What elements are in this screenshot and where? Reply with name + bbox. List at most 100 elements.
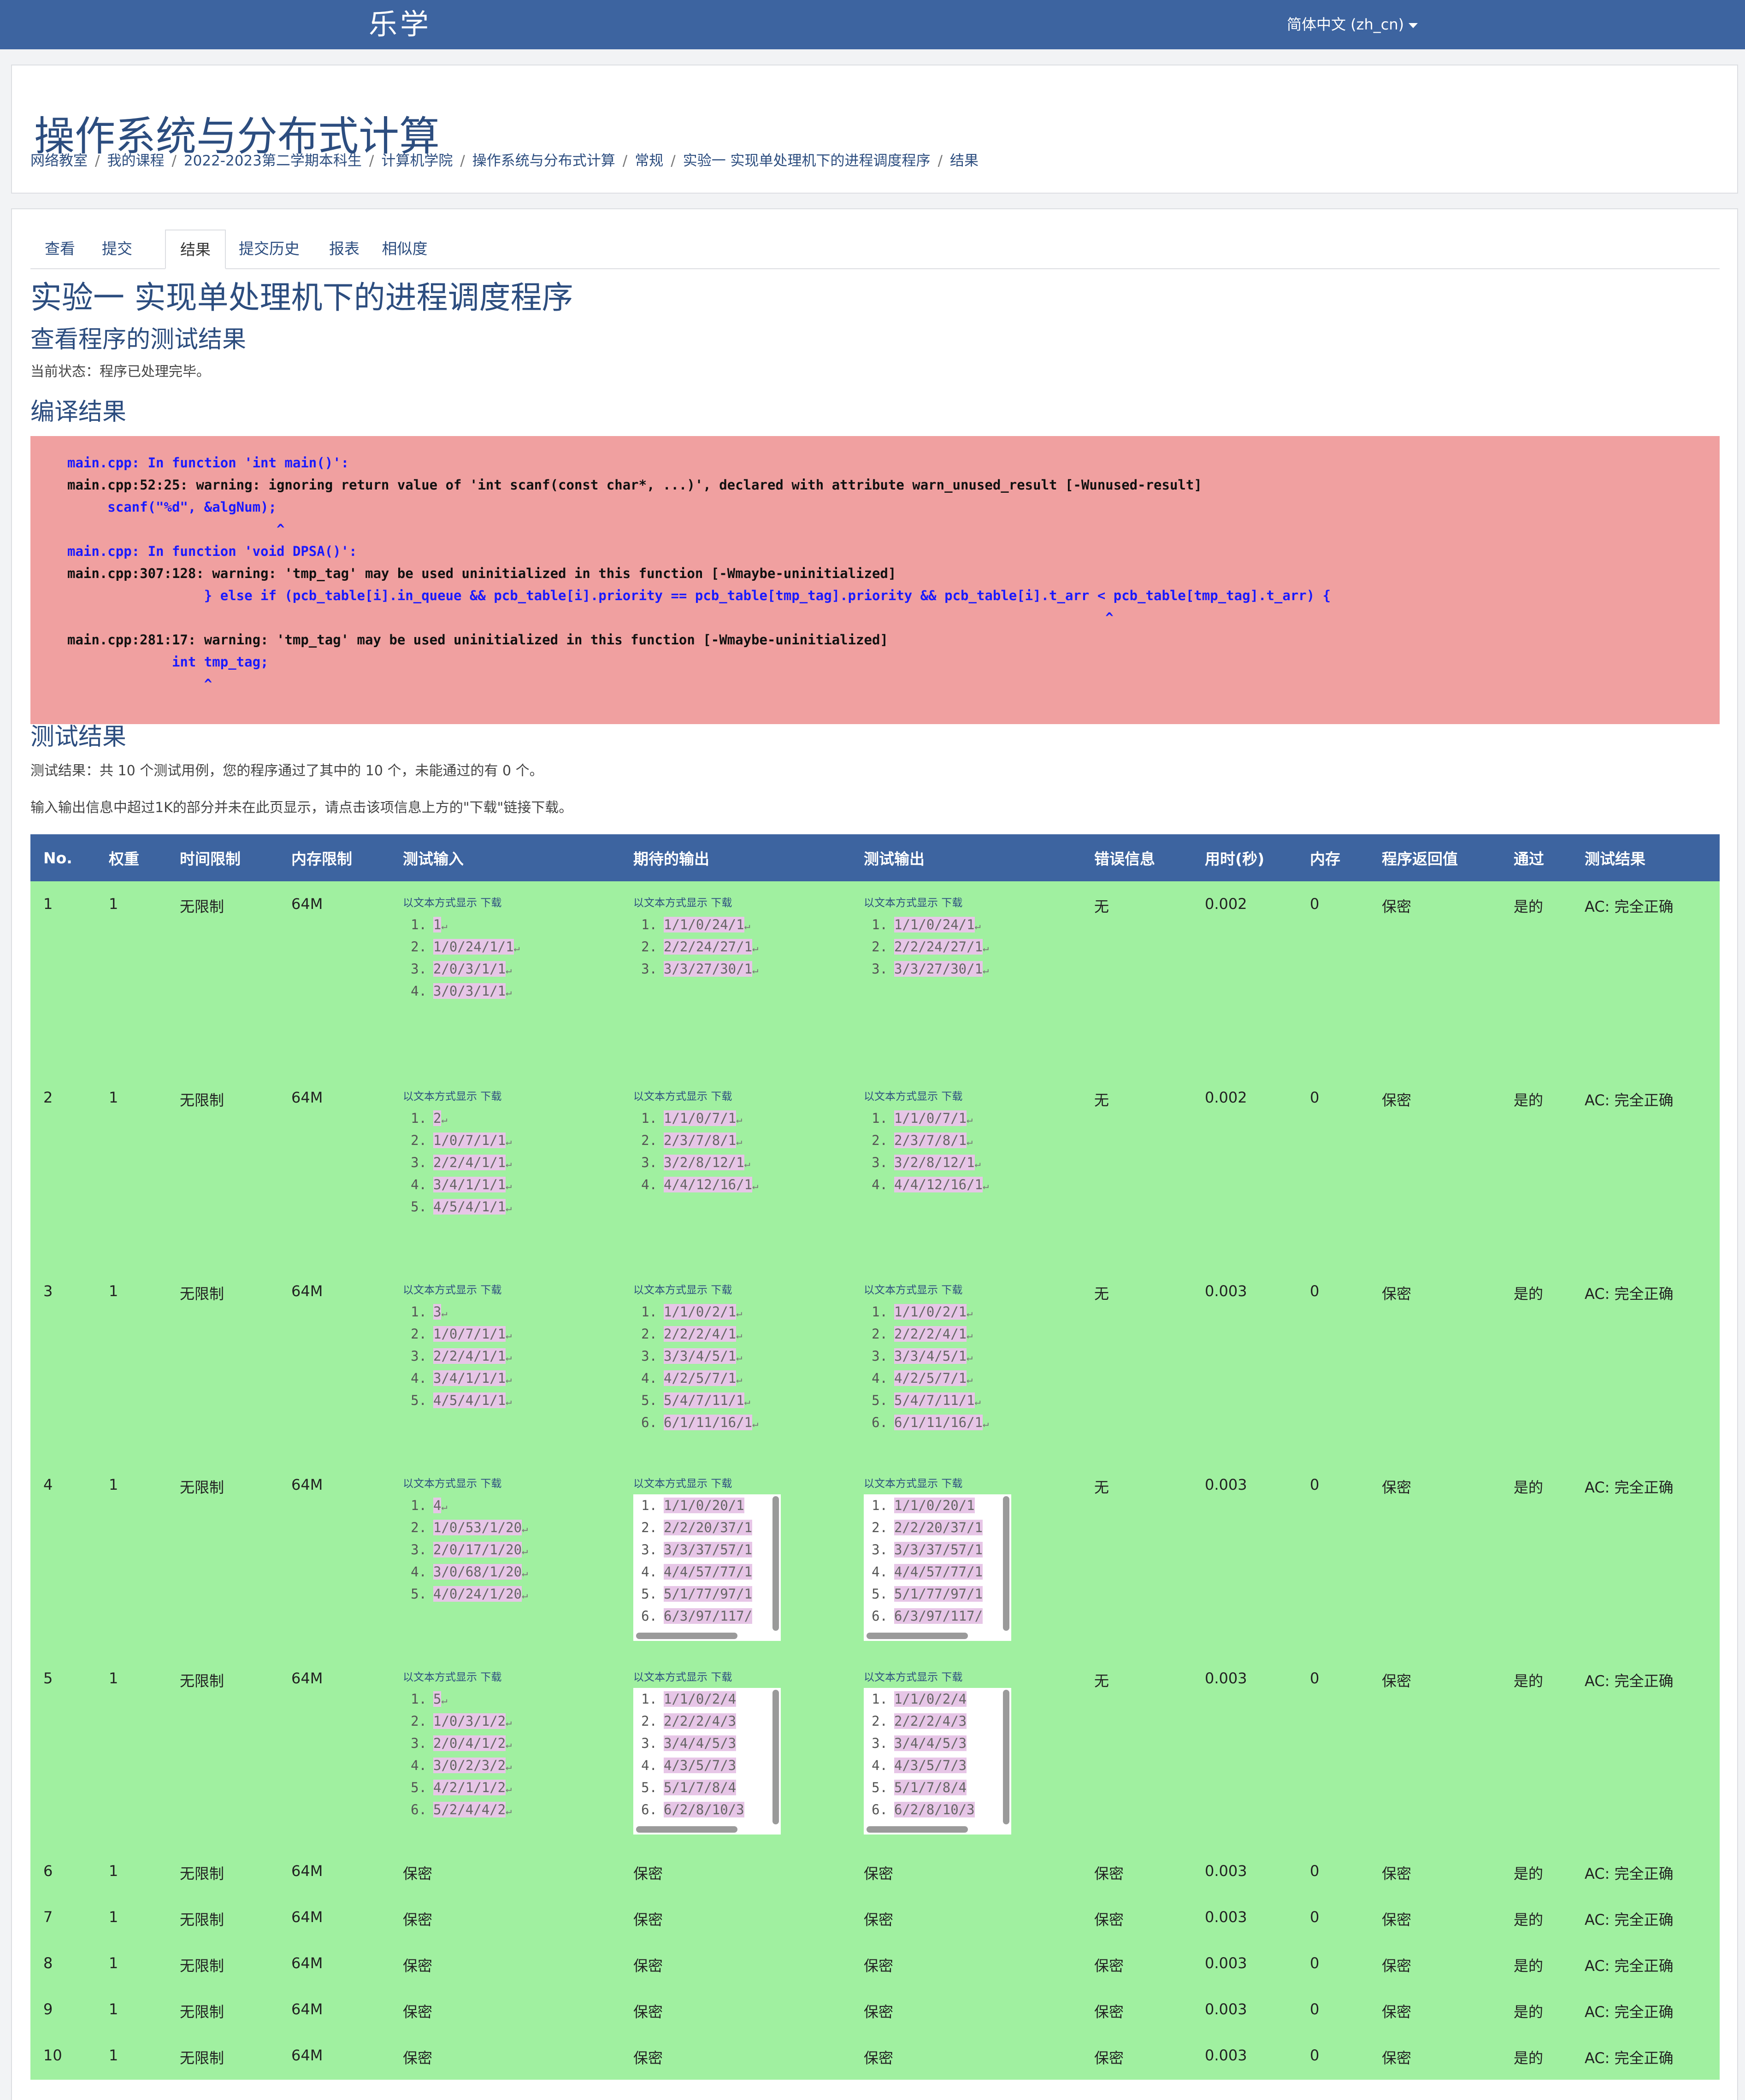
io-cell: 以文本方式显示 下载 1. 1/1/0/2/4 2. 2/2/2/4/3 3. 3/4/4/…: [620, 1656, 851, 1849]
newline-icon: ↵: [441, 1695, 448, 1706]
io-line: 1. 1/1/0/24/1↵: [633, 914, 781, 936]
column-header: 通过: [1501, 834, 1572, 881]
horizontal-scrollbar[interactable]: [867, 1633, 968, 1639]
horizontal-scrollbar[interactable]: [867, 1826, 968, 1833]
tab-6[interactable]: 相似度: [373, 230, 436, 268]
table-row: 8 1 无限制 64M 保密 保密 保密 保密 0.003 0 保密 是的 AC: 完全正确: [30, 1941, 1720, 1988]
io-scroll-box[interactable]: 1. 1/1/0/20/1 2. 2/2/20/37/1 3. 3/3/37/57/1 4.…: [633, 1494, 781, 1641]
newline-icon: ↵: [967, 1136, 973, 1148]
newline-icon: ↵: [983, 1180, 989, 1192]
io-line: 4. 4/4/12/16/1↵: [864, 1174, 1011, 1196]
tab-1[interactable]: 查看: [30, 230, 89, 268]
newline-icon: ↵: [506, 987, 512, 998]
io-value: 5: [433, 1691, 442, 1707]
show-as-text-link[interactable]: 以文本方式显示: [864, 1091, 938, 1103]
download-link[interactable]: 下载: [480, 1284, 501, 1296]
line-number: 1.: [411, 1498, 427, 1513]
vertical-scrollbar[interactable]: [1003, 1496, 1009, 1631]
line-number: 1.: [411, 917, 427, 932]
breadcrumb-link[interactable]: 操作系统与分布式计算: [472, 153, 615, 169]
download-link[interactable]: 下载: [941, 1091, 962, 1103]
show-as-text-link[interactable]: 以文本方式显示: [633, 1671, 707, 1683]
vertical-scrollbar[interactable]: [772, 1690, 779, 1824]
cell-error: 保密: [1081, 1988, 1192, 2034]
io-scroll-box[interactable]: 1. 1/1/0/2/4 2. 2/2/2/4/3 3. 3/4/4/5/3 4. 4/3/5…: [633, 1688, 781, 1835]
io-line: 3. 3/4/4/5/3: [864, 1732, 1011, 1754]
breadcrumb-link[interactable]: 2022-2023第二学期本科生: [184, 153, 362, 169]
show-as-text-link[interactable]: 以文本方式显示: [403, 1091, 477, 1103]
line-number: 4.: [641, 1177, 657, 1192]
download-link[interactable]: 下载: [711, 897, 732, 909]
download-link[interactable]: 下载: [711, 1284, 732, 1296]
show-as-text-link[interactable]: 以文本方式显示: [633, 1478, 707, 1490]
horizontal-scrollbar[interactable]: [636, 1826, 737, 1833]
tab-3[interactable]: 结果: [165, 230, 226, 269]
cell-error: 无: [1081, 881, 1192, 1075]
download-link[interactable]: 下载: [941, 1671, 962, 1683]
line-number: 5.: [872, 1780, 888, 1795]
vertical-scrollbar[interactable]: [772, 1496, 779, 1631]
download-link[interactable]: 下载: [480, 1671, 501, 1683]
io-links: 以文本方式显示 下载: [864, 1669, 1081, 1688]
newline-icon: ↵: [744, 1158, 750, 1170]
io-scroll-box[interactable]: 1. 1/1/0/2/4 2. 2/2/2/4/3 3. 3/4/4/5/3 4. 4/3/5…: [864, 1688, 1011, 1835]
download-link[interactable]: 下载: [480, 897, 501, 909]
download-link[interactable]: 下载: [941, 1478, 962, 1490]
breadcrumb-link[interactable]: 我的课程: [107, 153, 164, 169]
language-menu[interactable]: 简体中文 (zh_cn): [1287, 14, 1418, 35]
show-as-text-link[interactable]: 以文本方式显示: [864, 1284, 938, 1296]
cell-memory: 0: [1297, 1075, 1369, 1268]
cell-mem-limit: 64M: [278, 1941, 390, 1988]
show-as-text-link[interactable]: 以文本方式显示: [864, 1671, 938, 1683]
horizontal-scrollbar[interactable]: [636, 1633, 737, 1639]
io-cell: 以文本方式显示 下载 1. 2↵ 2. 1/0/7/1/1↵ 3. 2/2/4/1/1↵ 4.…: [390, 1075, 620, 1268]
io-line: 1. 2↵: [403, 1107, 550, 1129]
newline-icon: ↵: [744, 1396, 750, 1408]
download-link[interactable]: 下载: [480, 1091, 501, 1103]
io-value: 3/4/1/1/1: [433, 1177, 506, 1192]
show-as-text-link[interactable]: 以文本方式显示: [633, 1091, 707, 1103]
show-as-text-link[interactable]: 以文本方式显示: [403, 1284, 477, 1296]
io-scroll-box[interactable]: 1. 1/1/0/20/1 2. 2/2/20/37/1 3. 3/3/37/57/1 4.…: [864, 1494, 1011, 1641]
download-link[interactable]: 下载: [941, 897, 962, 909]
download-link[interactable]: 下载: [711, 1671, 732, 1683]
download-link[interactable]: 下载: [711, 1478, 732, 1490]
line-number: 3.: [872, 1348, 888, 1364]
download-link[interactable]: 下载: [941, 1284, 962, 1296]
cell-memory: 0: [1297, 2034, 1369, 2080]
line-number: 6.: [872, 1802, 888, 1817]
show-as-text-link[interactable]: 以文本方式显示: [403, 1478, 477, 1490]
show-as-text-link[interactable]: 以文本方式显示: [403, 897, 477, 909]
download-link[interactable]: 下载: [711, 1091, 732, 1103]
vertical-scrollbar[interactable]: [1003, 1690, 1009, 1824]
breadcrumb-link[interactable]: 结果: [950, 153, 979, 169]
io-note: 输入输出信息中超过1K的部分并未在此页显示，请点击该项信息上方的"下载"链接下载…: [30, 800, 573, 816]
io-links: 以文本方式显示 下载: [403, 1282, 620, 1301]
cell-expected: 保密: [620, 1941, 851, 1988]
tab-5[interactable]: 报表: [318, 230, 371, 268]
show-as-text-link[interactable]: 以文本方式显示: [633, 1284, 707, 1296]
breadcrumb-link[interactable]: 网络教室: [30, 153, 88, 169]
breadcrumb-link[interactable]: 常规: [635, 153, 663, 169]
line-number: 3.: [411, 1348, 427, 1364]
table-row: 4 1 无限制 64M 以文本方式显示 下载 1. 4↵ 2. 1/0/53/1/20↵ 3. 2/…: [30, 1462, 1720, 1656]
tab-2[interactable]: 提交: [92, 230, 142, 268]
show-as-text-link[interactable]: 以文本方式显示: [864, 1478, 938, 1490]
tab-4[interactable]: 提交历史: [230, 230, 309, 268]
show-as-text-link[interactable]: 以文本方式显示: [864, 897, 938, 909]
show-as-text-link[interactable]: 以文本方式显示: [633, 897, 707, 909]
breadcrumb-link[interactable]: 实验一 实现单处理机下的进程调度程序: [683, 153, 931, 169]
cell-retval: 保密: [1369, 881, 1501, 1075]
download-link[interactable]: 下载: [480, 1478, 501, 1490]
io-links: 以文本方式显示 下载: [403, 1669, 620, 1688]
site-logo[interactable]: 乐学: [369, 4, 431, 45]
breadcrumb-separator: /: [460, 153, 465, 169]
newline-icon: ↵: [974, 1396, 981, 1408]
cell-input: 保密: [390, 1895, 620, 1941]
breadcrumb-link[interactable]: 计算机学院: [381, 153, 453, 169]
io-value: 4/4/57/77/1: [664, 1564, 753, 1580]
column-header: No.: [30, 834, 96, 881]
io-line: 2. 1/0/24/1/1↵: [403, 936, 550, 958]
show-as-text-link[interactable]: 以文本方式显示: [403, 1671, 477, 1683]
line-number: 5.: [872, 1586, 888, 1602]
